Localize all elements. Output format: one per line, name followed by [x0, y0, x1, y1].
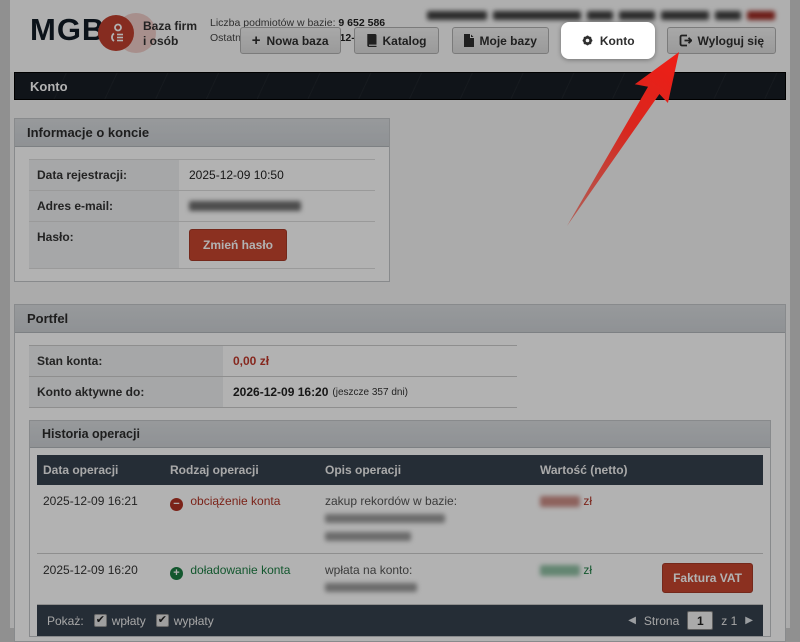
col-desc: Opis operacji [319, 455, 534, 485]
wallet-panel: Portfel Stan konta: 0,00 zł Konto aktywn… [14, 304, 786, 642]
my-databases-button[interactable]: Moje bazy [452, 27, 549, 54]
operation-type: doładowanie konta [190, 563, 290, 577]
operation-desc: zakup rekordów w bazie: [325, 494, 528, 508]
filter-label: Pokaż: [47, 614, 84, 628]
pagination: ◀ Strona z 1 ▶ [628, 611, 753, 630]
currency: zł [583, 563, 592, 577]
table-row: Adres e-mail: [29, 190, 375, 221]
change-password-button[interactable]: Zmień hasło [189, 229, 287, 261]
operation-desc: wpłata na konto: [325, 563, 528, 577]
table-row: Stan konta: 0,00 zł [29, 345, 517, 376]
email-label: Adres e-mail: [29, 191, 179, 221]
table-row: Konto aktywne do: 2026-12-09 16:20 (jesz… [29, 376, 517, 408]
filter-option-label[interactable]: wpłaty [112, 614, 146, 628]
redacted-text [715, 11, 741, 20]
redacted-desc-line [325, 514, 445, 523]
person-list-icon [106, 23, 126, 43]
checkbox-wplaty[interactable] [94, 614, 107, 627]
gear-icon [581, 34, 594, 47]
book-icon [366, 34, 377, 47]
registration-date-label: Data rejestracji: [29, 160, 179, 190]
page-title: Konto [14, 72, 786, 100]
redacted-desc-line [325, 583, 417, 592]
wallet-table: Stan konta: 0,00 zł Konto aktywne do: 20… [29, 345, 517, 408]
redacted-amount [540, 565, 580, 576]
redacted-text [427, 11, 487, 20]
redacted-text [493, 11, 581, 20]
logo-circle [98, 15, 134, 51]
catalog-button[interactable]: Katalog [354, 27, 439, 54]
account-button[interactable]: Konto [569, 27, 647, 54]
redacted-user-info [427, 11, 775, 20]
operation-date: 2025-12-09 16:21 [37, 485, 164, 517]
next-page-icon[interactable]: ▶ [745, 615, 753, 626]
col-date: Data operacji [37, 455, 164, 485]
active-until-label: Konto aktywne do: [29, 377, 223, 407]
redacted-desc-line [325, 532, 411, 541]
registration-date-value: 2025-12-09 10:50 [179, 160, 375, 190]
pagination-label: Strona [644, 614, 679, 628]
active-until-note: (jeszcze 357 dni) [332, 387, 408, 398]
checkbox-wyplaty[interactable] [156, 614, 169, 627]
prev-page-icon[interactable]: ◀ [628, 615, 636, 626]
balance-value: 0,00 zł [233, 354, 269, 368]
file-icon [464, 34, 474, 47]
col-type: Rodzaj operacji [164, 455, 319, 485]
app-header: MGBI Baza firm i osób [10, 0, 790, 72]
operations-history-section: Historia operacji Data operacji Rodzaj o… [29, 420, 771, 637]
logout-icon [679, 34, 692, 47]
filter-option-label[interactable]: wypłaty [174, 614, 214, 628]
viewport: MGBI Baza firm i osób [0, 0, 800, 642]
active-until-value: 2026-12-09 16:20 [233, 385, 328, 399]
page-number-input[interactable] [687, 611, 713, 630]
tagline-line1: Baza firm [143, 19, 197, 34]
new-database-button[interactable]: + Nowa baza [240, 27, 341, 54]
logout-button[interactable]: Wyloguj się [667, 27, 776, 54]
main-nav: + Nowa baza Katalog Moje bazy [240, 27, 776, 54]
redacted-text [661, 11, 709, 20]
redacted-amount [540, 496, 580, 507]
currency: zł [583, 494, 592, 508]
redacted-text-red [747, 11, 775, 20]
redacted-text [587, 11, 613, 20]
plus-circle-icon: + [170, 567, 183, 580]
col-value: Wartość (netto) [534, 455, 763, 485]
redacted-text [619, 11, 655, 20]
page: MGBI Baza firm i osób [10, 0, 790, 628]
logo-tagline: Baza firm i osób [143, 19, 197, 49]
redacted-email [189, 201, 301, 211]
wallet-title: Portfel [15, 305, 785, 333]
account-info-panel: Informacje o koncie Data rejestracji: 20… [14, 118, 390, 282]
balance-label: Stan konta: [29, 346, 223, 376]
invoice-button[interactable]: Faktura VAT [662, 563, 753, 593]
operation-type: obciążenie konta [190, 494, 280, 508]
table-row: Hasło: Zmień hasło [29, 221, 375, 269]
operation-row: 2025-12-09 16:21 − obciążenie konta zaku… [37, 485, 763, 554]
minus-circle-icon: − [170, 498, 183, 511]
password-label: Hasło: [29, 222, 179, 268]
pagination-of: z 1 [721, 614, 737, 628]
tagline-line2: i osób [143, 34, 197, 49]
operation-row: 2025-12-09 16:20 + doładowanie konta wpł… [37, 554, 763, 605]
table-row: Data rejestracji: 2025-12-09 10:50 [29, 159, 375, 190]
operations-table-footer: Pokaż: wpłaty wypłaty ◀ Strona z 1 [37, 605, 763, 636]
plus-icon: + [252, 33, 261, 48]
operations-history-title: Historia operacji [30, 421, 770, 448]
account-info-title: Informacje o koncie [15, 119, 389, 147]
operation-date: 2025-12-09 16:20 [37, 554, 164, 586]
account-info-table: Data rejestracji: 2025-12-09 10:50 Adres… [29, 159, 375, 269]
operations-table-header: Data operacji Rodzaj operacji Opis opera… [37, 455, 763, 485]
